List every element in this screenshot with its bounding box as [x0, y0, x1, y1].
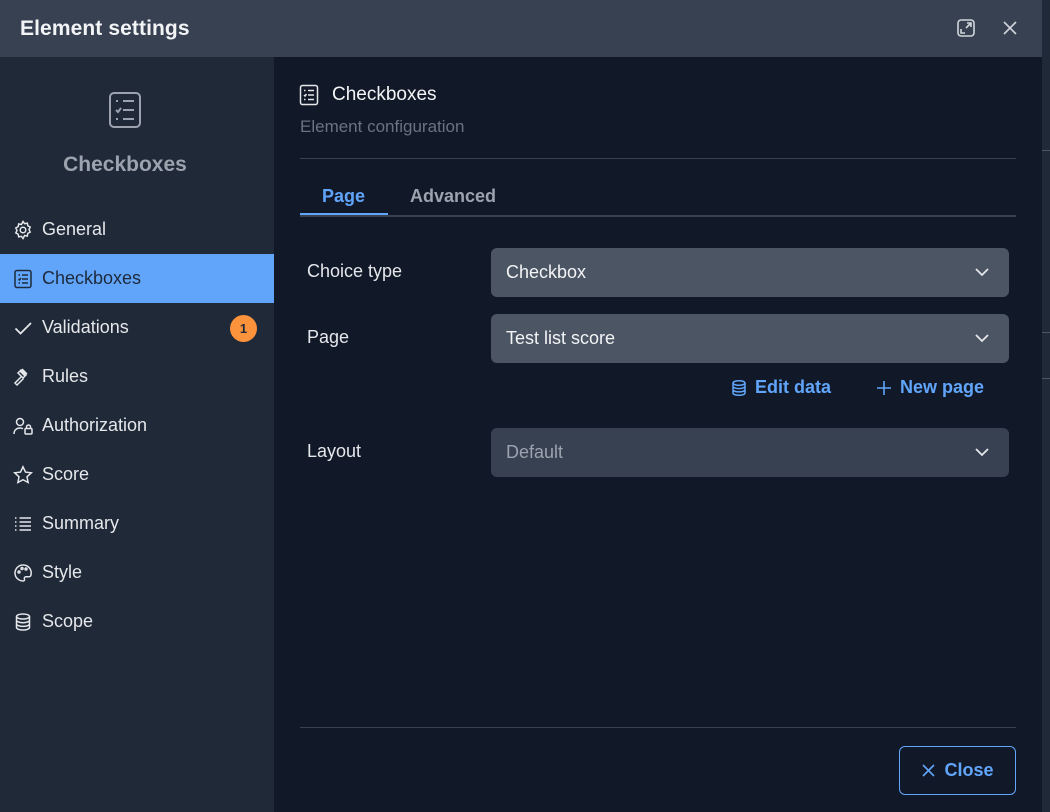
sidebar-item-checkboxes[interactable]: Checkboxes: [0, 254, 274, 303]
edit-data-label: Edit data: [755, 377, 832, 397]
sidebar-item-label: Score: [42, 464, 90, 484]
sidebar-item-general[interactable]: General: [0, 205, 274, 254]
sidebar-item-label: General: [42, 219, 107, 239]
footer-divider: [300, 727, 1016, 728]
element-settings-dialog: Element settings Checkboxes General Chec…: [0, 0, 1042, 812]
layout-select[interactable]: Default: [491, 428, 1009, 477]
validation-count-badge: 1: [230, 315, 257, 342]
sidebar-item-authorization[interactable]: Authorization: [0, 401, 274, 450]
tab-page[interactable]: Page: [322, 186, 365, 207]
page-title: Checkboxes: [332, 84, 437, 105]
background-page: [1042, 0, 1050, 812]
new-page-link[interactable]: New page: [875, 377, 984, 398]
expand-icon: [957, 19, 975, 37]
sidebar: Checkboxes General Checkboxes Validation…: [0, 57, 274, 812]
sidebar-nav: General Checkboxes Validations 1 Rules A…: [0, 205, 274, 646]
choice-type-select[interactable]: Checkbox: [491, 248, 1009, 297]
sidebar-item-label: Rules: [42, 366, 89, 386]
tab-bar: Page Advanced: [300, 175, 1016, 217]
close-icon: [1003, 21, 1017, 35]
palette-icon: [12, 562, 33, 583]
header-close-button[interactable]: [995, 13, 1025, 43]
sidebar-item-scope[interactable]: Scope: [0, 597, 274, 646]
checklist-icon: [12, 268, 33, 289]
user-lock-icon: [12, 415, 33, 436]
divider: [300, 158, 1016, 159]
page-value: Test list score: [506, 328, 616, 348]
layout-value: Default: [506, 442, 564, 462]
dialog-title: Element settings: [20, 16, 190, 40]
sidebar-item-validations[interactable]: Validations 1: [0, 303, 274, 352]
sidebar-item-label: Style: [42, 562, 83, 582]
sidebar-item-label: Summary: [42, 513, 120, 533]
plus-icon: [877, 380, 891, 395]
sidebar-item-label: Checkboxes: [42, 268, 142, 288]
new-page-label: New page: [900, 377, 985, 397]
page-label: Page: [307, 327, 350, 347]
database-icon: [12, 611, 33, 632]
chevron-down-icon: [975, 268, 989, 277]
expand-button[interactable]: [951, 13, 981, 43]
sidebar-item-label: Validations: [42, 317, 129, 337]
chevron-down-icon: [975, 448, 989, 457]
main-panel: Checkboxes Element configuration Page Ad…: [274, 57, 1042, 812]
tab-advanced[interactable]: Advanced: [410, 186, 496, 207]
sidebar-item-label: Authorization: [42, 415, 148, 435]
sidebar-element-title: Checkboxes: [63, 153, 187, 176]
check-icon: [12, 317, 33, 338]
list-icon: [12, 513, 33, 534]
close-button-label: Close: [944, 760, 994, 780]
sidebar-item-rules[interactable]: Rules: [0, 352, 274, 401]
database-icon: [732, 379, 746, 396]
gavel-icon: [12, 366, 33, 387]
checklist-icon: [109, 92, 141, 128]
layout-label: Layout: [307, 441, 362, 461]
sidebar-item-style[interactable]: Style: [0, 548, 274, 597]
page-subtitle: Element configuration: [300, 117, 465, 136]
active-tab-indicator: [300, 213, 388, 215]
edit-data-link[interactable]: Edit data: [730, 377, 831, 398]
sidebar-item-label: Scope: [42, 611, 94, 631]
close-button[interactable]: Close: [899, 746, 1016, 795]
choice-type-label: Choice type: [307, 261, 403, 281]
checklist-icon: [299, 84, 319, 106]
sidebar-item-summary[interactable]: Summary: [0, 499, 274, 548]
page-select[interactable]: Test list score: [491, 314, 1009, 363]
star-icon: [12, 464, 33, 485]
close-icon: [922, 764, 936, 777]
dialog-header: Element settings: [0, 0, 1042, 57]
chevron-down-icon: [975, 334, 989, 343]
sidebar-item-score[interactable]: Score: [0, 450, 274, 499]
gear-icon: [12, 219, 33, 240]
choice-type-value: Checkbox: [506, 262, 587, 282]
